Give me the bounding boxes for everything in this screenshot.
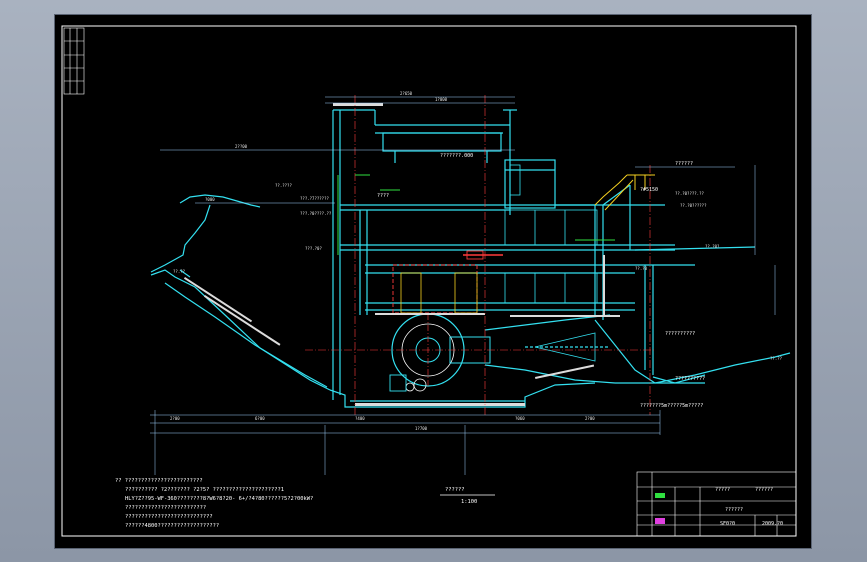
drawing-scale: 1:100 — [461, 499, 477, 505]
note-line: ??????4800??????????????????? — [125, 523, 219, 529]
generator-floor-label: ???????.000 — [440, 153, 473, 159]
concrete-hatch — [183, 103, 620, 406]
svg-text:2?00: 2?00 — [170, 416, 180, 421]
drawing-code: SF0?0 — [720, 521, 735, 527]
svg-text:2?650: 2?650 — [400, 91, 413, 96]
drawing-frame — [61, 25, 797, 537]
note-line: ????????????????????????? — [125, 505, 206, 511]
drawing-date: 2009.?0 — [762, 521, 783, 527]
svg-text:?000: ?000 — [205, 197, 215, 202]
note-line: ??????????????????????????? — [125, 514, 213, 520]
drawing-title: ?????? — [445, 487, 464, 493]
svg-text:??.?0: ??.?0 — [635, 266, 648, 271]
elevation-right-label: ?#5150 — [640, 187, 658, 193]
drawing-canvas: 2?650 1?000 2??00 ?000 2?00 6?00 ?400 1?… — [61, 25, 797, 537]
green-accents — [337, 174, 615, 255]
generator-pit — [392, 250, 503, 314]
right-annotation-label: ?????? — [675, 161, 693, 167]
gate-note-label: ???????5m?????5m????? — [640, 403, 703, 409]
svg-text:??.????: ??.???? — [275, 183, 292, 188]
downstream-level-label: ?????????? — [675, 376, 705, 382]
notes-block: ?? ???????????????????????? ?????????? ?… — [115, 478, 313, 529]
upstream-level-label: ?????????? — [665, 331, 695, 337]
svg-text:??.??: ??.?? — [173, 269, 186, 274]
svg-text:2?00: 2?00 — [585, 416, 595, 421]
machine-hall-label: ???? — [377, 193, 389, 199]
note-line: HLY?Z??95-WF-360????????8?W6?8?20- 6+/?4… — [125, 496, 313, 502]
svg-text:1?000: 1?000 — [435, 97, 448, 102]
svg-text:1?700: 1?700 — [415, 426, 428, 431]
project-title: ?????? — [755, 487, 773, 493]
svg-text:2??00: 2??00 — [235, 144, 248, 149]
approval-mark — [655, 493, 665, 498]
svg-text:?400: ?400 — [355, 416, 365, 421]
signature-stamp — [655, 518, 665, 524]
svg-text:6?00: 6?00 — [255, 416, 265, 421]
cad-viewport[interactable]: 2?650 1?000 2??00 ?000 2?00 6?00 ?400 1?… — [55, 15, 811, 548]
svg-text:???.?0?: ???.?0? — [305, 246, 322, 251]
note-line: ?????????? ?2??????? ?2?5? ?????????????… — [125, 487, 284, 493]
svg-text:??.??: ??.?? — [770, 356, 783, 361]
sig-mark: ????? — [715, 487, 730, 493]
svg-text:??.?0????.??: ??.?0????.?? — [675, 191, 704, 196]
drawing-name: ?????? — [725, 507, 743, 513]
svg-text:??.?0??????: ??.?0?????? — [680, 203, 707, 208]
svg-text:???.?0????.??: ???.?0????.?? — [300, 211, 332, 216]
note-line: ?? ???????????????????????? — [115, 478, 203, 484]
svg-text:?060: ?060 — [515, 416, 525, 421]
svg-text:??.?0?: ??.?0? — [705, 244, 720, 249]
binding-strip — [63, 27, 85, 95]
svg-text:???.?7??????: ???.?7?????? — [300, 196, 329, 201]
turbine-unit — [389, 313, 491, 392]
